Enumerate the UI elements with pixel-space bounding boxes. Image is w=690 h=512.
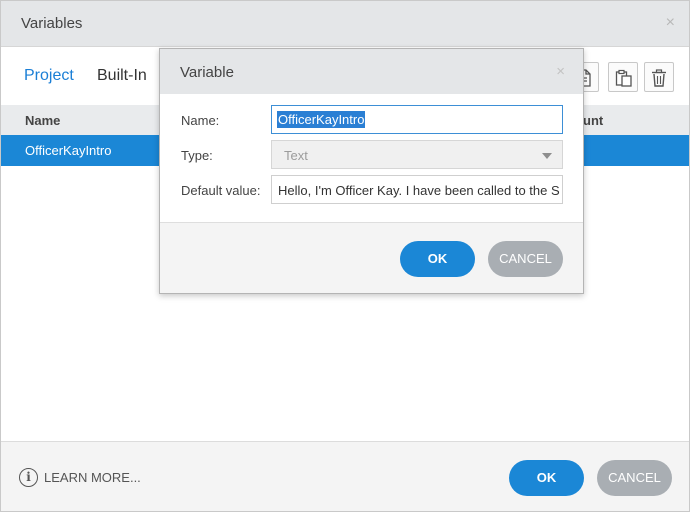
column-header-name[interactable]: Name [25,113,60,128]
window-titlebar: Variables × [1,1,689,47]
type-select-value: Text [284,148,308,163]
type-select[interactable]: Text [271,140,563,169]
default-value-text: Hello, I'm Officer Kay. I have been call… [278,183,560,198]
default-value-input[interactable]: Hello, I'm Officer Kay. I have been call… [271,175,563,204]
delete-variable-button[interactable] [644,62,674,92]
window-title: Variables [21,15,83,32]
row-name-cell: OfficerKayIntro [25,143,112,158]
chevron-down-icon [542,153,552,159]
learn-more-link[interactable]: i LEARN MORE... [19,468,141,487]
dialog-titlebar: Variable × [160,49,583,94]
window-close-icon[interactable]: × [666,14,675,32]
name-input-value: OfficerKayIntro [277,111,366,128]
tab-built-in[interactable]: Built-In [97,67,147,85]
trash-icon [652,69,666,87]
name-label: Name: [181,113,220,128]
variable-dialog: Variable × Name: OfficerKayIntro Type: T… [159,48,584,294]
dialog-close-icon[interactable]: × [556,63,565,80]
tab-project[interactable]: Project [24,67,74,85]
paste-variable-button[interactable] [608,62,638,92]
type-label: Type: [181,148,213,163]
name-input[interactable]: OfficerKayIntro [271,105,563,134]
window-footer: i LEARN MORE... OK CANCEL [1,441,689,511]
cancel-button[interactable]: CANCEL [597,460,672,496]
default-value-label: Default value: [181,183,261,198]
paste-icon [615,69,632,87]
ok-button[interactable]: OK [509,460,584,496]
column-header-count[interactable]: unt [583,113,603,128]
learn-more-label: LEARN MORE... [44,470,141,485]
dialog-ok-button[interactable]: OK [400,241,475,277]
dialog-title: Variable [180,64,234,81]
dialog-footer: OK CANCEL [160,222,583,293]
dialog-cancel-button[interactable]: CANCEL [488,241,563,277]
info-icon: i [19,468,38,487]
